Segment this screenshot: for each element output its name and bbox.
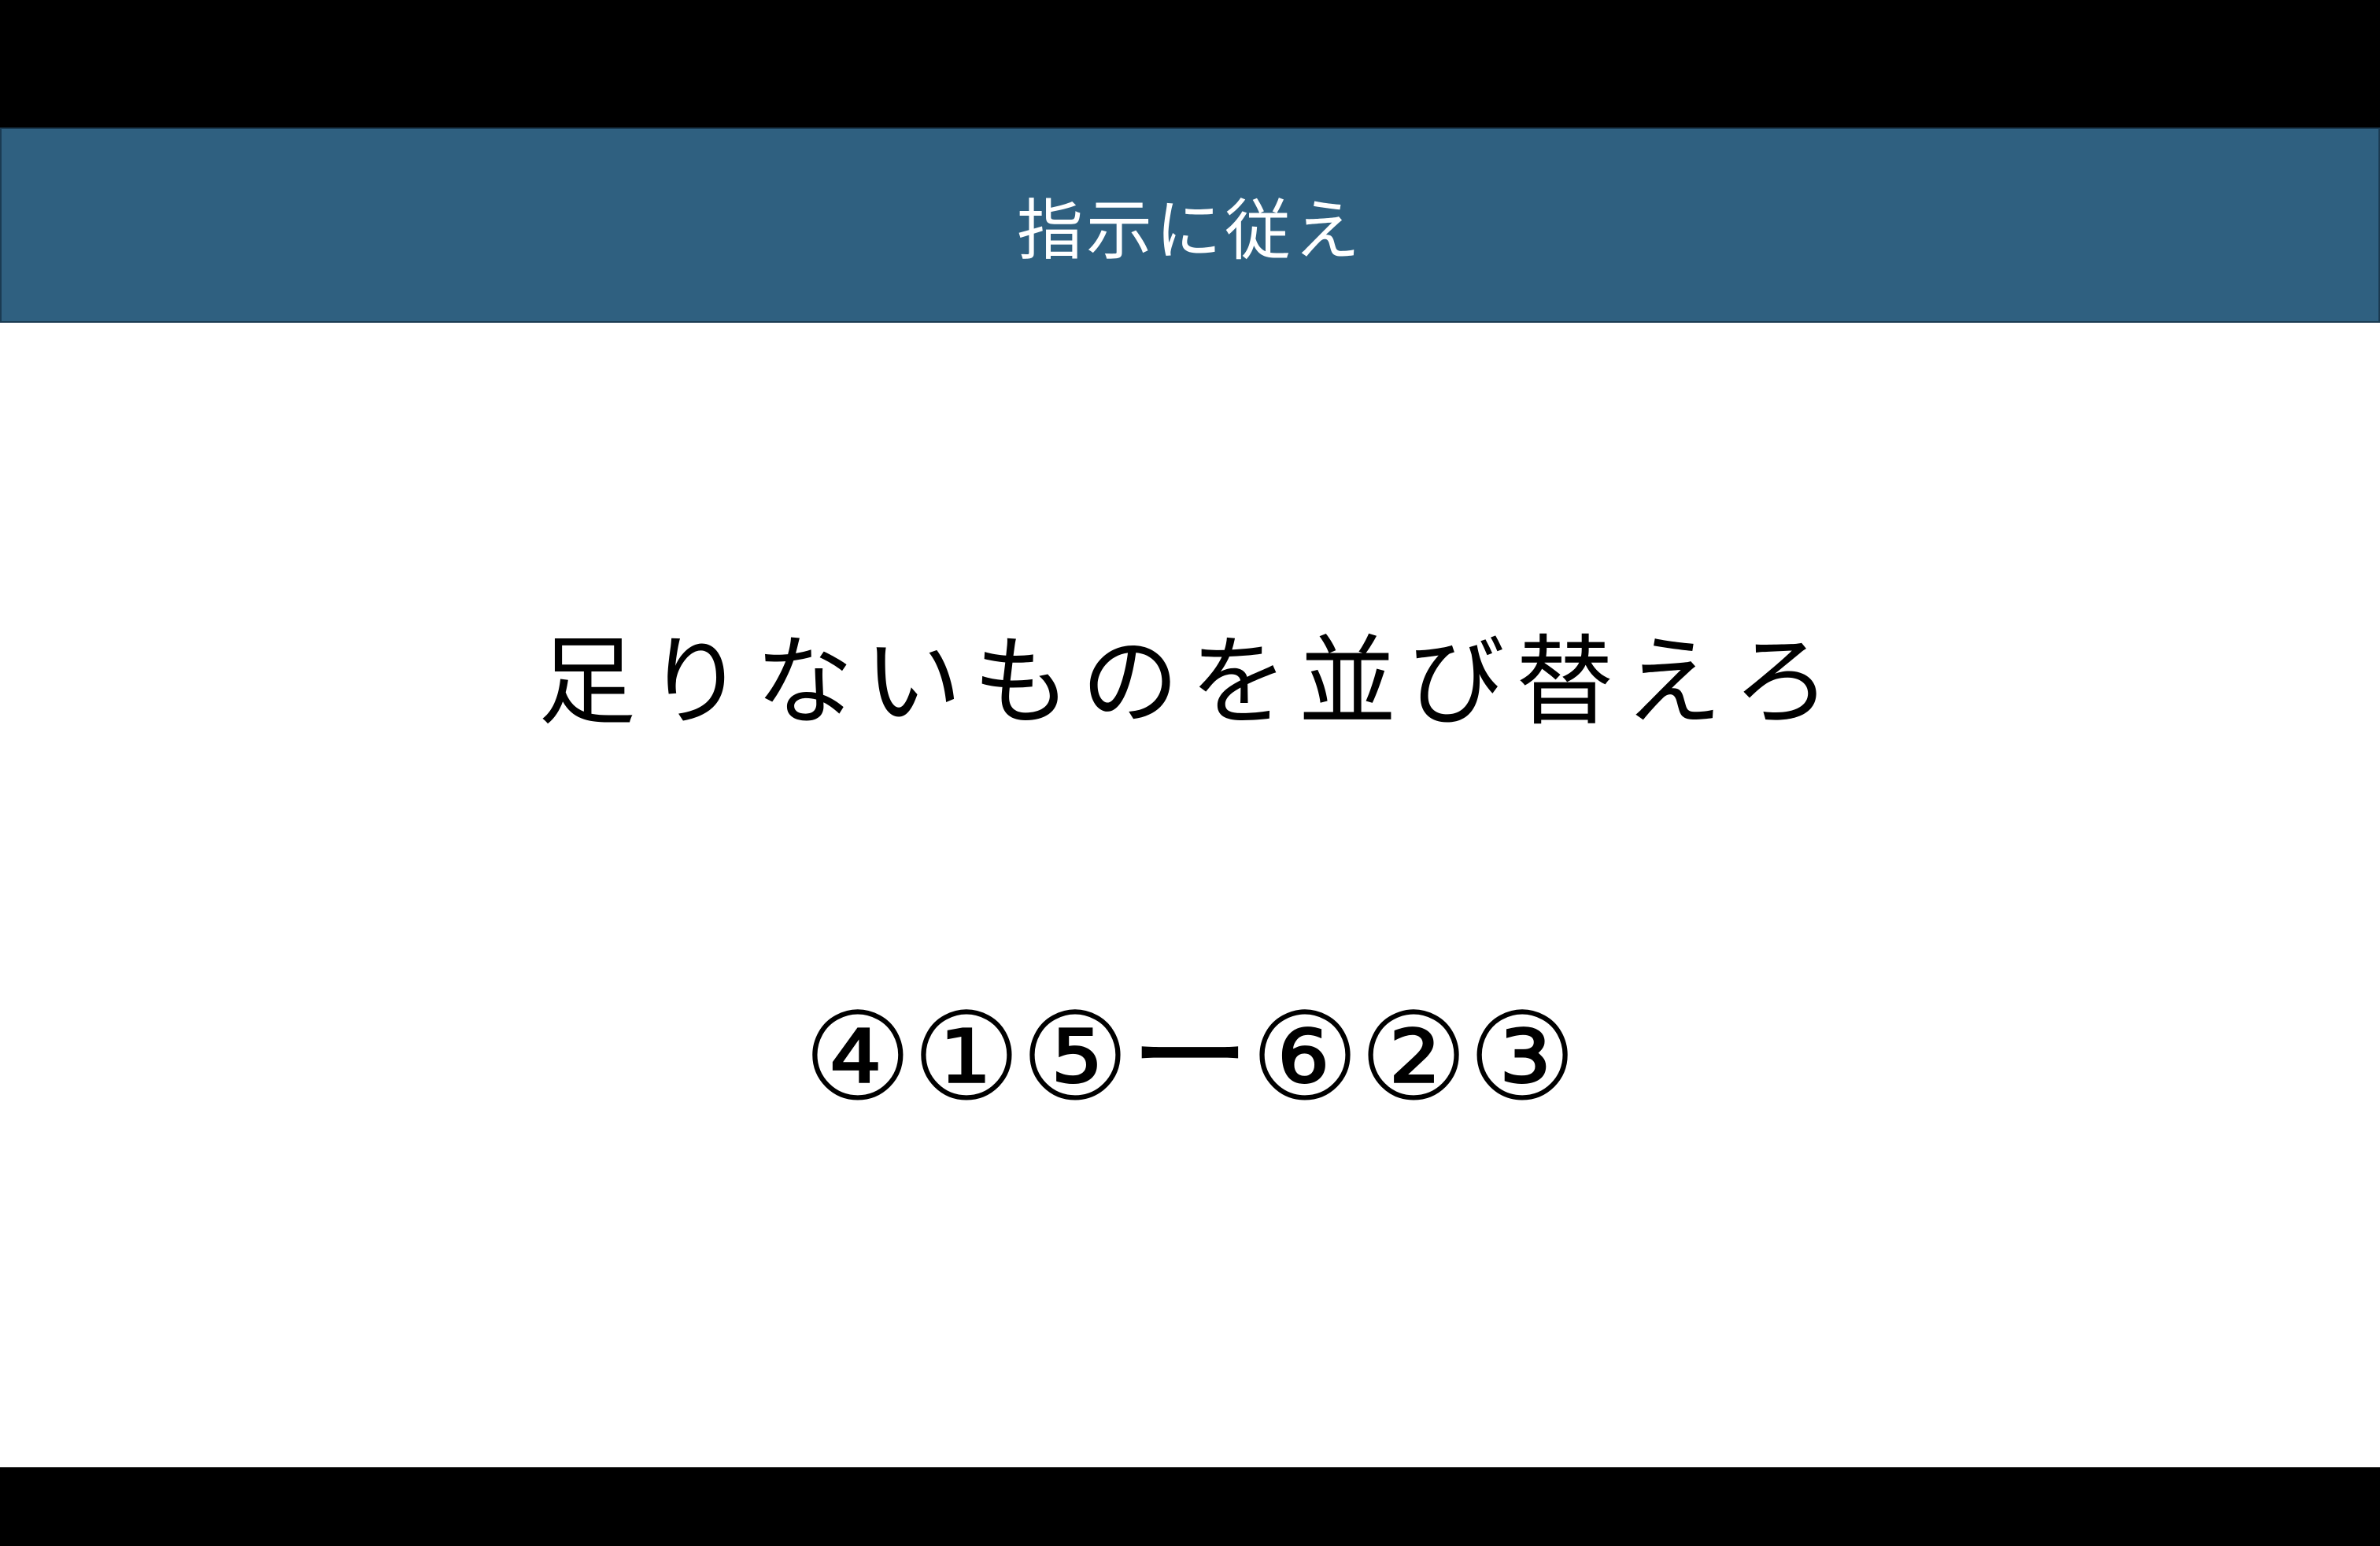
- letterbox-bottom: [0, 1467, 2380, 1546]
- number-sequence: ④①⑤ー⑥②③: [803, 987, 1577, 1128]
- instruction-text: 足りないものを並び替えろ: [538, 626, 1842, 739]
- header-bar: 指示に従え: [0, 128, 2380, 323]
- slide: 指示に従え 足りないものを並び替えろ ④①⑤ー⑥②③: [0, 128, 2380, 1467]
- letterbox-top: [0, 0, 2380, 128]
- header-title: 指示に従え: [1016, 191, 1363, 269]
